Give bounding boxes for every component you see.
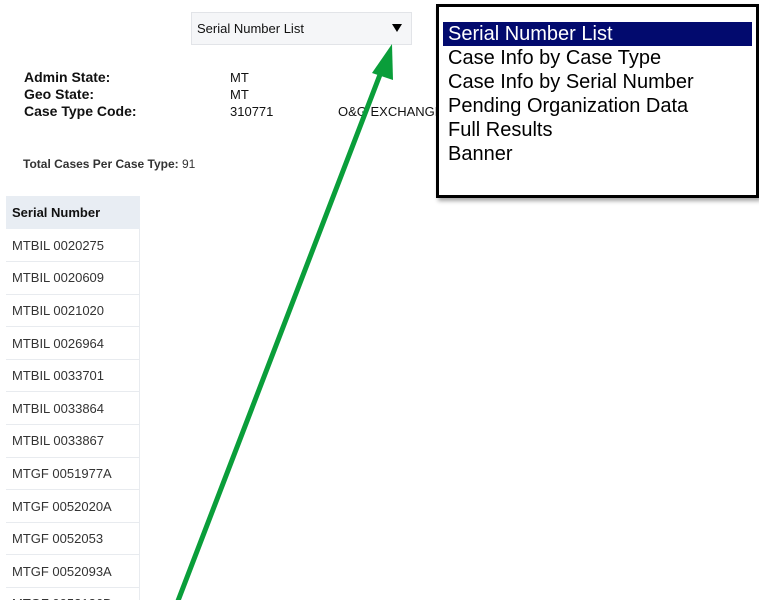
- annotation-arrow-head: [372, 44, 393, 80]
- table-row: MTBIL 0033867: [6, 424, 140, 458]
- serial-number-table: Serial Number MTBIL 0020275 MTBIL 0020609…: [6, 196, 140, 600]
- report-type-dropdown-list[interactable]: Serial Number List Case Info by Case Type…: [436, 4, 759, 198]
- table-row: MTBIL 0021020: [6, 294, 140, 328]
- report-type-select-value: Serial Number List: [197, 21, 304, 36]
- serial-number-cell[interactable]: MTBIL 0020609: [6, 261, 140, 295]
- total-cases-line: Total Cases Per Case Type: 91: [23, 157, 195, 171]
- table-row: MTGF 0052093A: [6, 554, 140, 589]
- table-row: MTGF 0052136D: [6, 587, 140, 600]
- table-row: MTBIL 0026964: [6, 326, 140, 360]
- dropdown-option[interactable]: Case Info by Case Type: [443, 46, 752, 70]
- dropdown-option[interactable]: Serial Number List: [443, 22, 752, 46]
- dropdown-option[interactable]: Pending Organization Data: [443, 94, 752, 118]
- serial-number-cell[interactable]: MTBIL 0033864: [6, 391, 140, 426]
- serial-number-table-body: MTBIL 0020275 MTBIL 0020609 MTBIL 0021020 M…: [6, 229, 140, 600]
- serial-number-cell[interactable]: MTBIL 0026964: [6, 326, 140, 360]
- table-row: MTBIL 0033864: [6, 391, 140, 426]
- report-page: Serial Number List Admin State: MT Geo S…: [0, 0, 759, 600]
- total-cases-label: Total Cases Per Case Type:: [23, 157, 179, 171]
- serial-number-cell[interactable]: MTBIL 0020275: [6, 229, 140, 263]
- total-cases-value: 91: [181, 157, 196, 171]
- case-type-code-label: Case Type Code:: [24, 103, 137, 119]
- serial-number-cell[interactable]: MTGF 0052020A: [6, 489, 140, 523]
- annotation-arrow-shaft: [175, 69, 384, 600]
- serial-number-cell[interactable]: MTBIL 0021020: [6, 294, 140, 328]
- geo-state-label: Geo State:: [24, 86, 95, 102]
- serial-number-cell[interactable]: MTGF 0051977A: [6, 457, 140, 491]
- report-type-select[interactable]: Serial Number List: [191, 12, 412, 45]
- serial-number-cell[interactable]: MTGF 0052093A: [6, 554, 140, 589]
- admin-state-label: Admin State:: [24, 69, 111, 85]
- dropdown-option[interactable]: Full Results: [443, 118, 752, 142]
- table-row: MTBIL 0020609: [6, 261, 140, 295]
- serial-number-cell[interactable]: MTGF 0052136D: [6, 587, 140, 600]
- case-type-description: O&G EXCHANGE: [338, 104, 438, 119]
- table-row: MTBIL 0033701: [6, 359, 140, 393]
- case-type-code-value: 310771: [230, 104, 274, 119]
- serial-number-cell[interactable]: MTBIL 0033701: [6, 359, 140, 393]
- table-row: MTGF 0052053: [6, 522, 140, 556]
- table-row: MTBIL 0020275: [6, 229, 140, 263]
- dropdown-option[interactable]: Banner: [443, 142, 752, 166]
- dropdown-option[interactable]: Case Info by Serial Number: [443, 70, 752, 94]
- geo-state-value: MT: [230, 87, 249, 102]
- table-row: MTGF 0052020A: [6, 489, 140, 523]
- serial-number-column-header[interactable]: Serial Number: [6, 196, 140, 229]
- table-row: MTGF 0051977A: [6, 457, 140, 491]
- table-header-row: Serial Number: [6, 196, 140, 229]
- chevron-down-icon[interactable]: [392, 24, 402, 32]
- serial-number-cell[interactable]: MTGF 0052053: [6, 522, 140, 556]
- admin-state-value: MT: [230, 70, 249, 85]
- serial-number-cell[interactable]: MTBIL 0033867: [6, 424, 140, 458]
